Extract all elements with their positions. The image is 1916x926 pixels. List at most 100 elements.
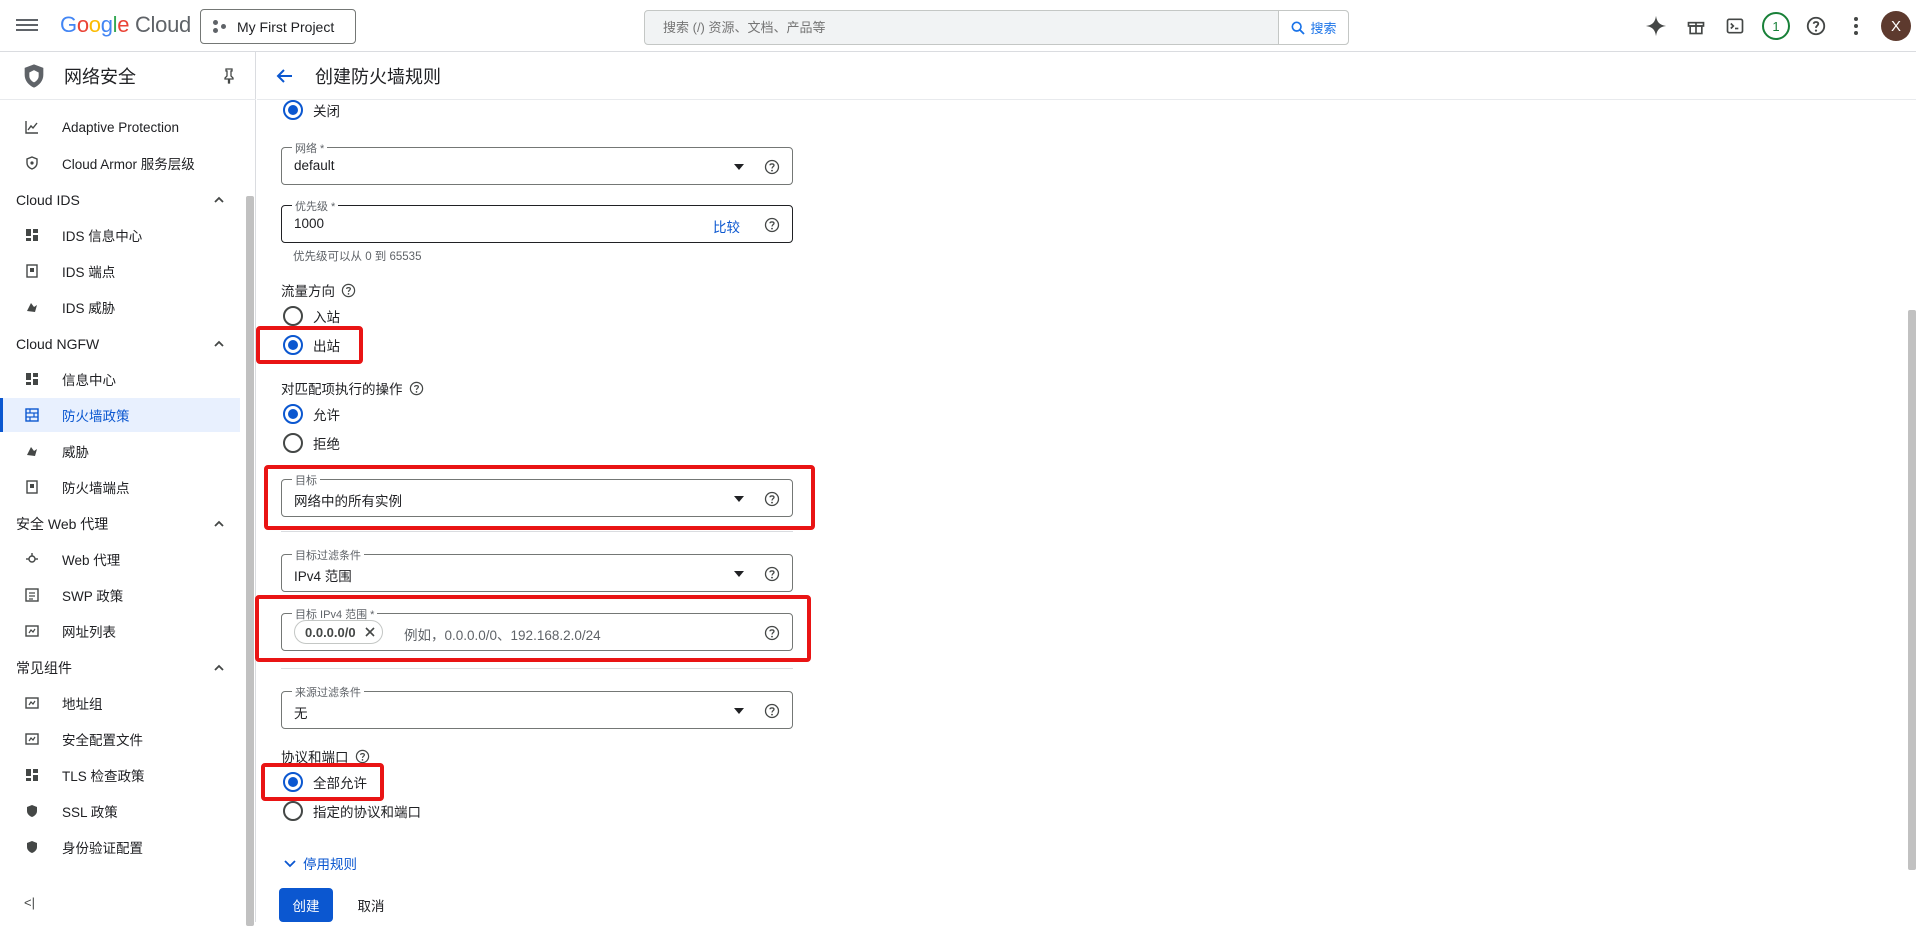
field-label: 来源过滤条件 [292, 684, 364, 700]
google-cloud-logo[interactable]: Google Cloud [60, 12, 191, 38]
sidebar-item-address-groups[interactable]: 地址组 [0, 686, 240, 720]
sidebar-scrollbar[interactable] [246, 196, 254, 926]
nav-section-common-components[interactable]: 常见组件 [16, 653, 226, 683]
more-vert-icon[interactable] [1844, 14, 1868, 38]
gift-icon[interactable] [1684, 14, 1708, 38]
logs-off-radio[interactable]: 关闭 [283, 100, 340, 120]
sidebar-item-label: TLS 检查政策 [62, 769, 145, 784]
help-icon[interactable] [764, 159, 780, 175]
nav-section-cloud-ids[interactable]: Cloud IDS [16, 185, 226, 215]
pin-icon[interactable] [222, 68, 236, 84]
endpoint-icon [24, 263, 40, 279]
field-label: 网络 * [292, 140, 328, 156]
sidebar-item-auth-config[interactable]: 身份验证配置 [0, 830, 240, 864]
create-button[interactable]: 创建 [279, 888, 333, 922]
cloud-shell-icon[interactable] [1723, 14, 1747, 38]
sidebar-item-label: 威胁 [62, 445, 89, 460]
sidebar-item-label: 网址列表 [62, 625, 116, 640]
url-list-icon [24, 623, 40, 639]
sidebar-item-adaptive-protection[interactable]: Adaptive Protection [0, 110, 240, 144]
sidebar-item-firewall-policies[interactable]: 防火墙政策 [0, 398, 240, 432]
cancel-button[interactable]: 取消 [349, 888, 393, 922]
search-bar: 搜索 [644, 10, 1349, 45]
menu-icon[interactable] [16, 16, 38, 36]
endpoint-icon [24, 479, 40, 495]
source-filter-select[interactable]: 来源过滤条件 无 [281, 684, 793, 729]
chevron-up-icon [214, 196, 224, 203]
main-scrollbar[interactable] [1908, 310, 1916, 870]
priority-input[interactable]: 优先级 * 1000 比较 [281, 198, 793, 243]
disable-rule-toggle[interactable]: 停用规则 [283, 853, 357, 873]
sidebar-item-security-profiles[interactable]: 安全配置文件 [0, 722, 240, 756]
search-button[interactable]: 搜索 [1278, 11, 1348, 44]
sidebar-item-url-lists[interactable]: 网址列表 [0, 614, 240, 648]
radio-label: 入站 [313, 310, 340, 325]
gemini-sparkle-icon[interactable] [1644, 14, 1668, 38]
notifications-badge[interactable]: 1 [1762, 12, 1790, 40]
nav-section-label: Cloud IDS [16, 192, 80, 208]
sidebar-item-ids-threats[interactable]: IDS 威胁 [0, 290, 240, 324]
sidebar-title: 网络安全 [64, 66, 136, 87]
sidebar-header: 网络安全 [0, 52, 256, 100]
sidebar-item-label: Adaptive Protection [62, 119, 180, 135]
traffic-direction-label: 流量方向 [281, 280, 356, 300]
nav-section-cloud-ngfw[interactable]: Cloud NGFW [16, 329, 226, 359]
collapse-sidebar-button[interactable]: <| [24, 895, 35, 910]
sidebar-item-firewall-endpoints[interactable]: 防火墙端点 [0, 470, 240, 504]
sidebar-item-web-proxy[interactable]: Web 代理 [0, 542, 240, 576]
network-select[interactable]: 网络 * default [281, 140, 793, 185]
dropdown-arrow-icon [734, 708, 744, 714]
nav-section-secure-web-proxy[interactable]: 安全 Web 代理 [16, 509, 226, 539]
radio-dot [283, 306, 303, 326]
sidebar-item-label: 安全配置文件 [62, 733, 143, 748]
chevron-up-icon [214, 340, 224, 347]
specified-protocols-radio[interactable]: 指定的协议和端口 [283, 801, 421, 821]
page-title: 创建防火墙规则 [315, 66, 441, 87]
sidebar-item-ids-dashboard[interactable]: IDS 信息中心 [0, 218, 240, 252]
destination-filter-select[interactable]: 目标过滤条件 IPv4 范围 [281, 547, 793, 592]
shield-icon [24, 803, 40, 819]
chevron-down-icon [284, 860, 296, 868]
sidebar-item-ssl-policies[interactable]: SSL 政策 [0, 794, 240, 828]
radio-dot [283, 404, 303, 424]
field-label: 优先级 * [292, 198, 339, 214]
threat-icon [24, 299, 40, 315]
arrow-back-icon[interactable] [275, 66, 295, 86]
sidebar-item-tls-inspection[interactable]: TLS 检查政策 [0, 758, 240, 792]
highlight-box [256, 326, 363, 364]
allow-radio[interactable]: 允许 [283, 404, 340, 424]
account-avatar[interactable]: X [1881, 11, 1911, 41]
sidebar-item-cloud-armor-tiers[interactable]: Cloud Armor 服务层级 [0, 146, 240, 180]
deny-radio[interactable]: 拒绝 [283, 433, 340, 453]
compare-link[interactable]: 比较 [713, 216, 740, 236]
ingress-radio[interactable]: 入站 [283, 306, 340, 326]
logo-letter: G [60, 12, 77, 37]
sidebar-item-ngfw-dashboard[interactable]: 信息中心 [0, 362, 240, 396]
chart-icon [24, 119, 40, 135]
help-icon[interactable] [764, 703, 780, 719]
chevron-up-icon [214, 520, 224, 527]
dashboard-icon [24, 767, 40, 783]
nav-section-label: 常见组件 [16, 660, 72, 676]
sidebar-item-label: 防火墙政策 [62, 409, 130, 424]
help-icon[interactable] [355, 749, 370, 764]
help-icon[interactable] [764, 566, 780, 582]
field-value: IPv4 范围 [294, 569, 352, 584]
sidebar-item-label: IDS 信息中心 [62, 229, 143, 244]
sidebar-item-ngfw-threats[interactable]: 威胁 [0, 434, 240, 468]
field-value: 无 [294, 706, 308, 721]
shield-icon [24, 155, 40, 171]
highlight-box [264, 465, 815, 530]
sidebar-item-swp-policies[interactable]: SWP 政策 [0, 578, 240, 612]
sidebar-item-label: Web 代理 [62, 553, 121, 568]
field-value: default [294, 158, 335, 173]
sidebar-item-ids-endpoints[interactable]: IDS 端点 [0, 254, 240, 288]
dropdown-arrow-icon [734, 571, 744, 577]
help-icon[interactable] [409, 381, 424, 396]
divider [281, 531, 793, 532]
help-icon[interactable] [764, 217, 780, 233]
help-icon[interactable] [1804, 14, 1828, 38]
project-picker-button[interactable]: My First Project [200, 9, 356, 44]
help-icon[interactable] [341, 283, 356, 298]
search-input[interactable] [645, 11, 1265, 44]
